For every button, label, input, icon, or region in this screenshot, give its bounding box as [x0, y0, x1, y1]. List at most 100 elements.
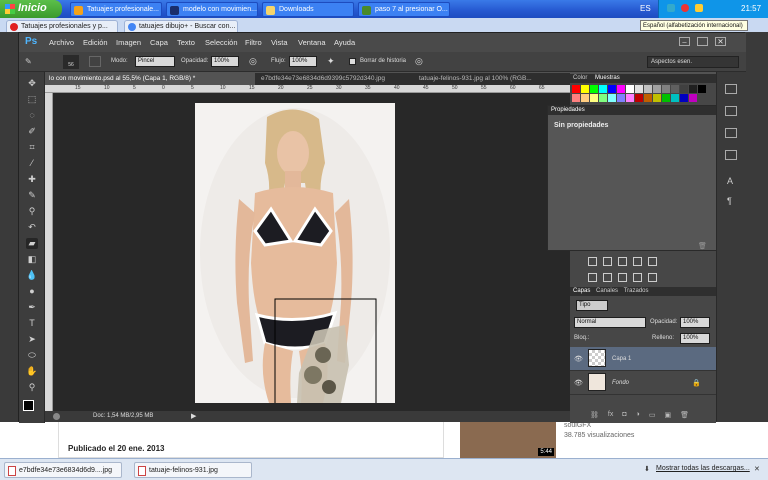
adjustment-layer-icon[interactable]: ◑ — [636, 411, 640, 419]
tab-paths[interactable]: Trazados — [624, 288, 649, 294]
airbrush-icon[interactable]: ✦ — [327, 56, 335, 67]
adjustments-panel-icon[interactable] — [725, 128, 737, 138]
delete-layer-icon[interactable]: 🗑 — [680, 411, 689, 419]
paragraph-panel-icon[interactable]: ¶ — [727, 196, 732, 206]
swatch[interactable] — [590, 94, 598, 102]
link-icon[interactable]: ⛓ — [590, 411, 599, 419]
swatch[interactable] — [599, 85, 607, 93]
language-indicator[interactable]: ES — [640, 4, 651, 13]
brush-tool-icon[interactable]: ✎ — [26, 190, 38, 201]
swatch[interactable] — [626, 94, 634, 102]
layer-row-capa-1[interactable]: 👁 Capa 1 — [570, 347, 716, 371]
swatch[interactable] — [662, 94, 670, 102]
status-menu-arrow-icon[interactable]: ▶ — [191, 412, 196, 420]
menu-ventana[interactable]: Ventana — [298, 38, 326, 47]
volume-icon[interactable] — [695, 4, 703, 12]
visibility-eye-icon[interactable]: 👁 — [574, 355, 583, 363]
menu-archivo[interactable]: Archivo — [49, 38, 74, 47]
swatch-grid[interactable] — [572, 85, 712, 103]
swatch[interactable] — [689, 94, 697, 102]
show-all-downloads-link[interactable]: Mostrar todas las descargas... — [656, 465, 750, 472]
swatch[interactable] — [644, 85, 652, 93]
eyedropper-tool-icon[interactable]: ⁄ — [26, 158, 38, 169]
swatch[interactable] — [662, 85, 670, 93]
video-thumbnail[interactable]: 5:44 — [460, 422, 556, 458]
history-brush-icon[interactable]: ↶ — [26, 222, 38, 233]
healing-tool-icon[interactable]: ✚ — [26, 174, 38, 185]
mask-icon[interactable]: ◘ — [622, 411, 626, 419]
flow-input[interactable]: 100% — [289, 56, 317, 67]
adjustment-icon[interactable] — [648, 273, 657, 282]
tab-swatches[interactable]: Muestras — [595, 75, 620, 81]
adjustment-icon[interactable] — [618, 257, 627, 266]
swatch[interactable] — [635, 85, 643, 93]
blur-tool-icon[interactable]: 💧 — [26, 270, 38, 281]
swatch[interactable] — [626, 85, 634, 93]
taskbar-button-photoshop[interactable]: modelo con movimien... — [166, 2, 258, 17]
layer-opacity-input[interactable]: 100% — [680, 317, 710, 328]
character-panel-icon[interactable]: A — [727, 176, 733, 186]
clock[interactable]: 21:57 — [741, 4, 761, 13]
tab-color[interactable]: Color — [573, 75, 587, 81]
move-tool-icon[interactable]: ✥ — [26, 78, 38, 89]
gradient-tool-icon[interactable]: ◧ — [26, 254, 38, 265]
menu-ayuda[interactable]: Ayuda — [334, 38, 355, 47]
doc-tab-2[interactable]: e7bdfe34e73e6834d6d9399c5792d340.jpg — [257, 73, 403, 85]
tab-channels[interactable]: Canales — [596, 288, 618, 294]
menu-texto[interactable]: Texto — [177, 38, 195, 47]
tab-layers[interactable]: Capas — [573, 288, 590, 294]
lasso-tool-icon[interactable]: ◌ — [26, 110, 38, 121]
layer-row-fondo[interactable]: 👁 Fondo 🔒 — [570, 371, 716, 395]
brush-size-picker[interactable]: 56 — [63, 55, 79, 69]
menu-seleccion[interactable]: Selección — [205, 38, 238, 47]
type-tool-icon[interactable]: T — [26, 318, 38, 329]
taskbar-button-paint[interactable]: paso 7 al presionar O... — [358, 2, 450, 17]
swatch[interactable] — [581, 85, 589, 93]
start-button[interactable]: Inicio — [0, 0, 62, 18]
adjustment-icon[interactable] — [633, 257, 642, 266]
trash-icon[interactable]: 🗑 — [698, 242, 707, 250]
menu-edicion[interactable]: Edición — [83, 38, 108, 47]
swatch[interactable] — [617, 94, 625, 102]
adjustment-icon[interactable] — [648, 257, 657, 266]
swatch[interactable] — [608, 85, 616, 93]
fx-icon[interactable]: fx — [608, 411, 613, 419]
close-downloads-icon[interactable]: ✕ — [754, 465, 760, 473]
adjustment-icon[interactable] — [618, 273, 627, 282]
minimize-icon[interactable]: – — [679, 37, 690, 46]
swatch[interactable] — [689, 85, 697, 93]
clone-stamp-icon[interactable]: ⚲ — [26, 206, 38, 217]
swatch[interactable] — [617, 85, 625, 93]
mode-select[interactable]: Pincel — [135, 56, 175, 67]
swatch[interactable] — [680, 85, 688, 93]
menu-capa[interactable]: Capa — [150, 38, 168, 47]
foreground-color-icon[interactable] — [23, 400, 34, 411]
erase-history-checkbox[interactable] — [349, 58, 356, 65]
eraser-tool-icon[interactable]: ▰ — [26, 238, 38, 249]
swatch[interactable] — [635, 94, 643, 102]
adjustment-icon[interactable] — [588, 257, 597, 266]
taskbar-button-chrome[interactable]: Tatuajes profesionale... — [70, 2, 162, 17]
swatch[interactable] — [653, 94, 661, 102]
adjustment-icon[interactable] — [603, 257, 612, 266]
brush-panel-icon[interactable] — [89, 56, 101, 67]
network-icon[interactable] — [667, 4, 675, 12]
opacity-input[interactable]: 100% — [211, 56, 239, 67]
adjustment-icon[interactable] — [588, 273, 597, 282]
marquee-tool-icon[interactable]: ⬚ — [26, 94, 38, 105]
channel-name[interactable]: soulGFX — [564, 422, 591, 429]
doc-tab-active[interactable]: lo con movimiento.psd al 55,5% (Capa 1, … — [45, 73, 255, 85]
close-icon[interactable]: ✕ — [715, 37, 726, 46]
swatch[interactable] — [698, 85, 706, 93]
hand-tool-icon[interactable]: ✋ — [26, 366, 38, 377]
browser-tab-google[interactable]: tatuajes dibujo+ - Buscar con... — [124, 20, 238, 32]
menu-filtro[interactable]: Filtro — [245, 38, 262, 47]
zoom-tool-icon[interactable]: ⚲ — [26, 382, 38, 393]
swatch[interactable] — [671, 85, 679, 93]
menu-vista[interactable]: Vista — [271, 38, 288, 47]
actions-panel-icon[interactable] — [725, 106, 737, 116]
security-icon[interactable] — [681, 4, 689, 12]
new-layer-icon[interactable]: ▣ — [664, 411, 671, 419]
group-icon[interactable]: ▭ — [649, 411, 656, 419]
pressure-size-icon[interactable]: ◎ — [415, 56, 423, 67]
